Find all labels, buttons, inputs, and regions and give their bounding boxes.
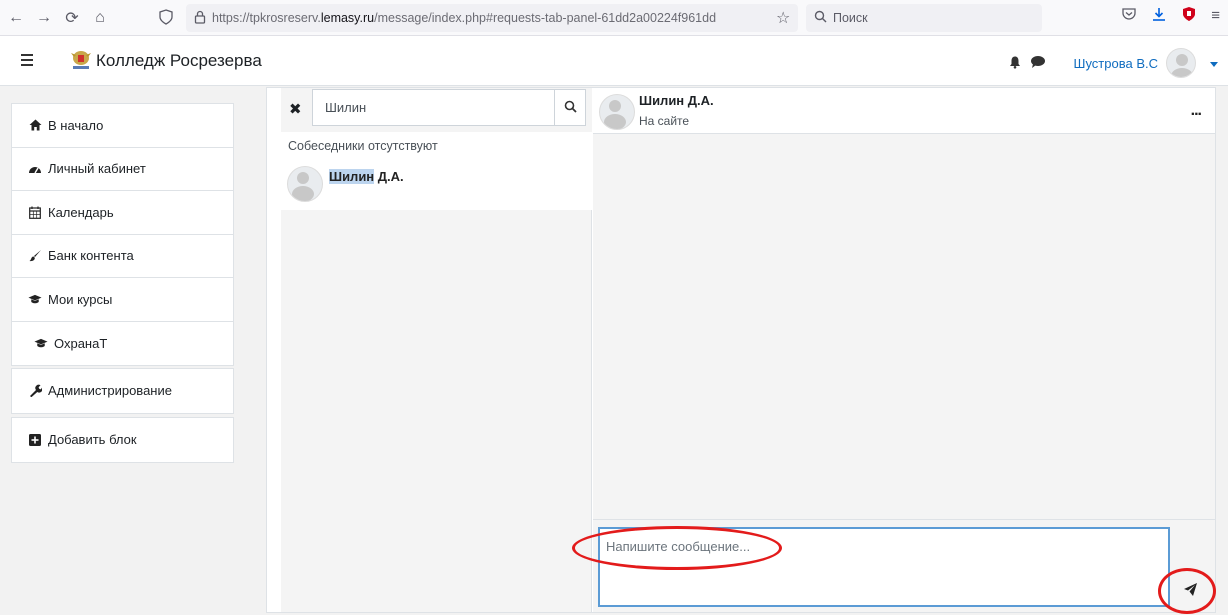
brush-icon <box>28 249 42 262</box>
nav-item-calendar[interactable]: Календарь <box>12 191 233 235</box>
browser-toolbar: ← → ⟳ ⌂ https://tpkrosreserv. lemasy.ru/m… <box>0 0 1228 36</box>
contact-search-row: ✖ Шилин <box>281 88 592 132</box>
message-input[interactable]: Напишите сообщение... <box>598 527 1170 607</box>
conversation-panel: Шилин Д.А. На сайте ... Напишите сообщен… <box>593 88 1215 612</box>
notification-bell-icon[interactable] <box>1008 55 1022 72</box>
nav-item-label: Личный кабинет <box>48 161 146 177</box>
nav-item-label: Мои курсы <box>48 291 113 307</box>
conversation-avatar[interactable] <box>599 94 635 130</box>
search-result-item[interactable]: Шилин Д.А. <box>287 166 404 202</box>
result-avatar <box>287 166 323 202</box>
add-block-label: Добавить блок <box>48 432 137 448</box>
site-name[interactable]: Колледж Росрезерва <box>96 51 262 71</box>
search-button[interactable] <box>554 89 586 126</box>
url-path: /message/index.php#requests-tab-panel-61… <box>374 11 717 25</box>
result-name: Шилин Д.А. <box>329 169 404 184</box>
browser-search-box[interactable]: Поиск <box>806 4 1042 32</box>
nav-group-admin: Администрирование <box>11 368 234 414</box>
nav-item-label: Банк контента <box>48 248 134 264</box>
nav-item-dashboard[interactable]: Личный кабинет <box>12 148 233 191</box>
search-results: Собеседники отсутствуют Шилин Д.А. <box>281 132 592 210</box>
result-name-highlight: Шилин <box>329 169 375 184</box>
messaging-container: ✖ Шилин Собеседники отсутствуют Шилин Д.… <box>266 87 1216 613</box>
message-composer: Напишите сообщение... <box>593 519 1215 612</box>
close-search-icon[interactable]: ✖ <box>289 100 302 118</box>
nav-item-label: ОхранаТ <box>54 335 108 351</box>
lock-icon <box>194 10 206 27</box>
user-avatar[interactable] <box>1166 48 1196 78</box>
wrench-icon <box>28 384 42 398</box>
conversation-name[interactable]: Шилин Д.А. <box>639 93 714 108</box>
drawer-toggle-icon[interactable] <box>16 49 38 71</box>
nav-item-label: Календарь <box>48 204 114 220</box>
plus-square-icon <box>28 433 42 446</box>
url-bar[interactable]: https://tpkrosreserv. lemasy.ru/message/i… <box>186 4 798 32</box>
bookmark-star-icon[interactable]: ☆ <box>776 8 790 28</box>
download-icon[interactable] <box>1151 6 1167 25</box>
home-browser-icon[interactable]: ⌂ <box>88 6 112 30</box>
conversation-status: На сайте <box>639 114 690 128</box>
nav-drawer: В начало Личный кабинет Календарь Банк к… <box>0 87 244 615</box>
conversation-header: Шилин Д.А. На сайте ... <box>593 88 1215 134</box>
menu-icon[interactable]: ≡ <box>1211 7 1220 24</box>
chevron-down-icon[interactable] <box>1210 56 1218 71</box>
pocket-icon[interactable] <box>1121 6 1137 25</box>
add-block-button[interactable]: Добавить блок <box>12 418 233 462</box>
conversation-menu-button[interactable]: ... <box>1191 102 1202 120</box>
user-name[interactable]: Шустрова В.С <box>1074 56 1158 71</box>
dashboard-icon <box>28 163 42 175</box>
contacts-panel: ✖ Шилин Собеседники отсутствуют Шилин Д.… <box>281 88 592 612</box>
result-name-rest: Д.А. <box>374 169 404 184</box>
send-button[interactable] <box>1179 580 1201 602</box>
college-logo[interactable] <box>70 49 92 73</box>
nav-group-add-block: Добавить блок <box>11 417 234 463</box>
top-navbar: Колледж Росрезерва Шустрова В.С <box>0 36 1228 86</box>
nav-item-content-bank[interactable]: Банк контента <box>12 235 233 278</box>
search-icon <box>564 100 577 116</box>
browser-search-placeholder: Поиск <box>833 11 868 25</box>
shield-icon[interactable] <box>158 9 174 28</box>
nav-item-course-ohranat[interactable]: ОхранаТ <box>12 322 233 366</box>
no-contacts-text: Собеседники отсутствуют <box>288 139 438 153</box>
graduation-cap-icon <box>28 294 42 305</box>
nav-item-label: Администрирование <box>48 383 172 399</box>
url-prefix: https://tpkrosreserv. <box>212 11 321 25</box>
nav-group-main: В начало Личный кабинет Календарь Банк к… <box>11 103 234 366</box>
graduation-cap-icon <box>34 338 48 349</box>
conversation-messages <box>593 134 1215 519</box>
home-icon <box>28 119 42 131</box>
ublock-icon[interactable] <box>1181 6 1197 25</box>
contact-search-input[interactable]: Шилин <box>312 89 554 126</box>
nav-item-my-courses[interactable]: Мои курсы <box>12 278 233 322</box>
paper-plane-icon <box>1183 582 1198 600</box>
forward-icon[interactable]: → <box>32 6 56 30</box>
reload-icon[interactable]: ⟳ <box>60 6 84 30</box>
messages-bubble-icon[interactable] <box>1030 55 1046 72</box>
url-host: lemasy.ru <box>320 11 375 25</box>
back-icon[interactable]: ← <box>4 6 28 30</box>
search-icon <box>814 10 827 26</box>
nav-item-administration[interactable]: Администрирование <box>12 369 233 413</box>
calendar-icon <box>28 206 42 219</box>
nav-item-home[interactable]: В начало <box>12 104 233 148</box>
nav-item-label: В начало <box>48 117 104 133</box>
